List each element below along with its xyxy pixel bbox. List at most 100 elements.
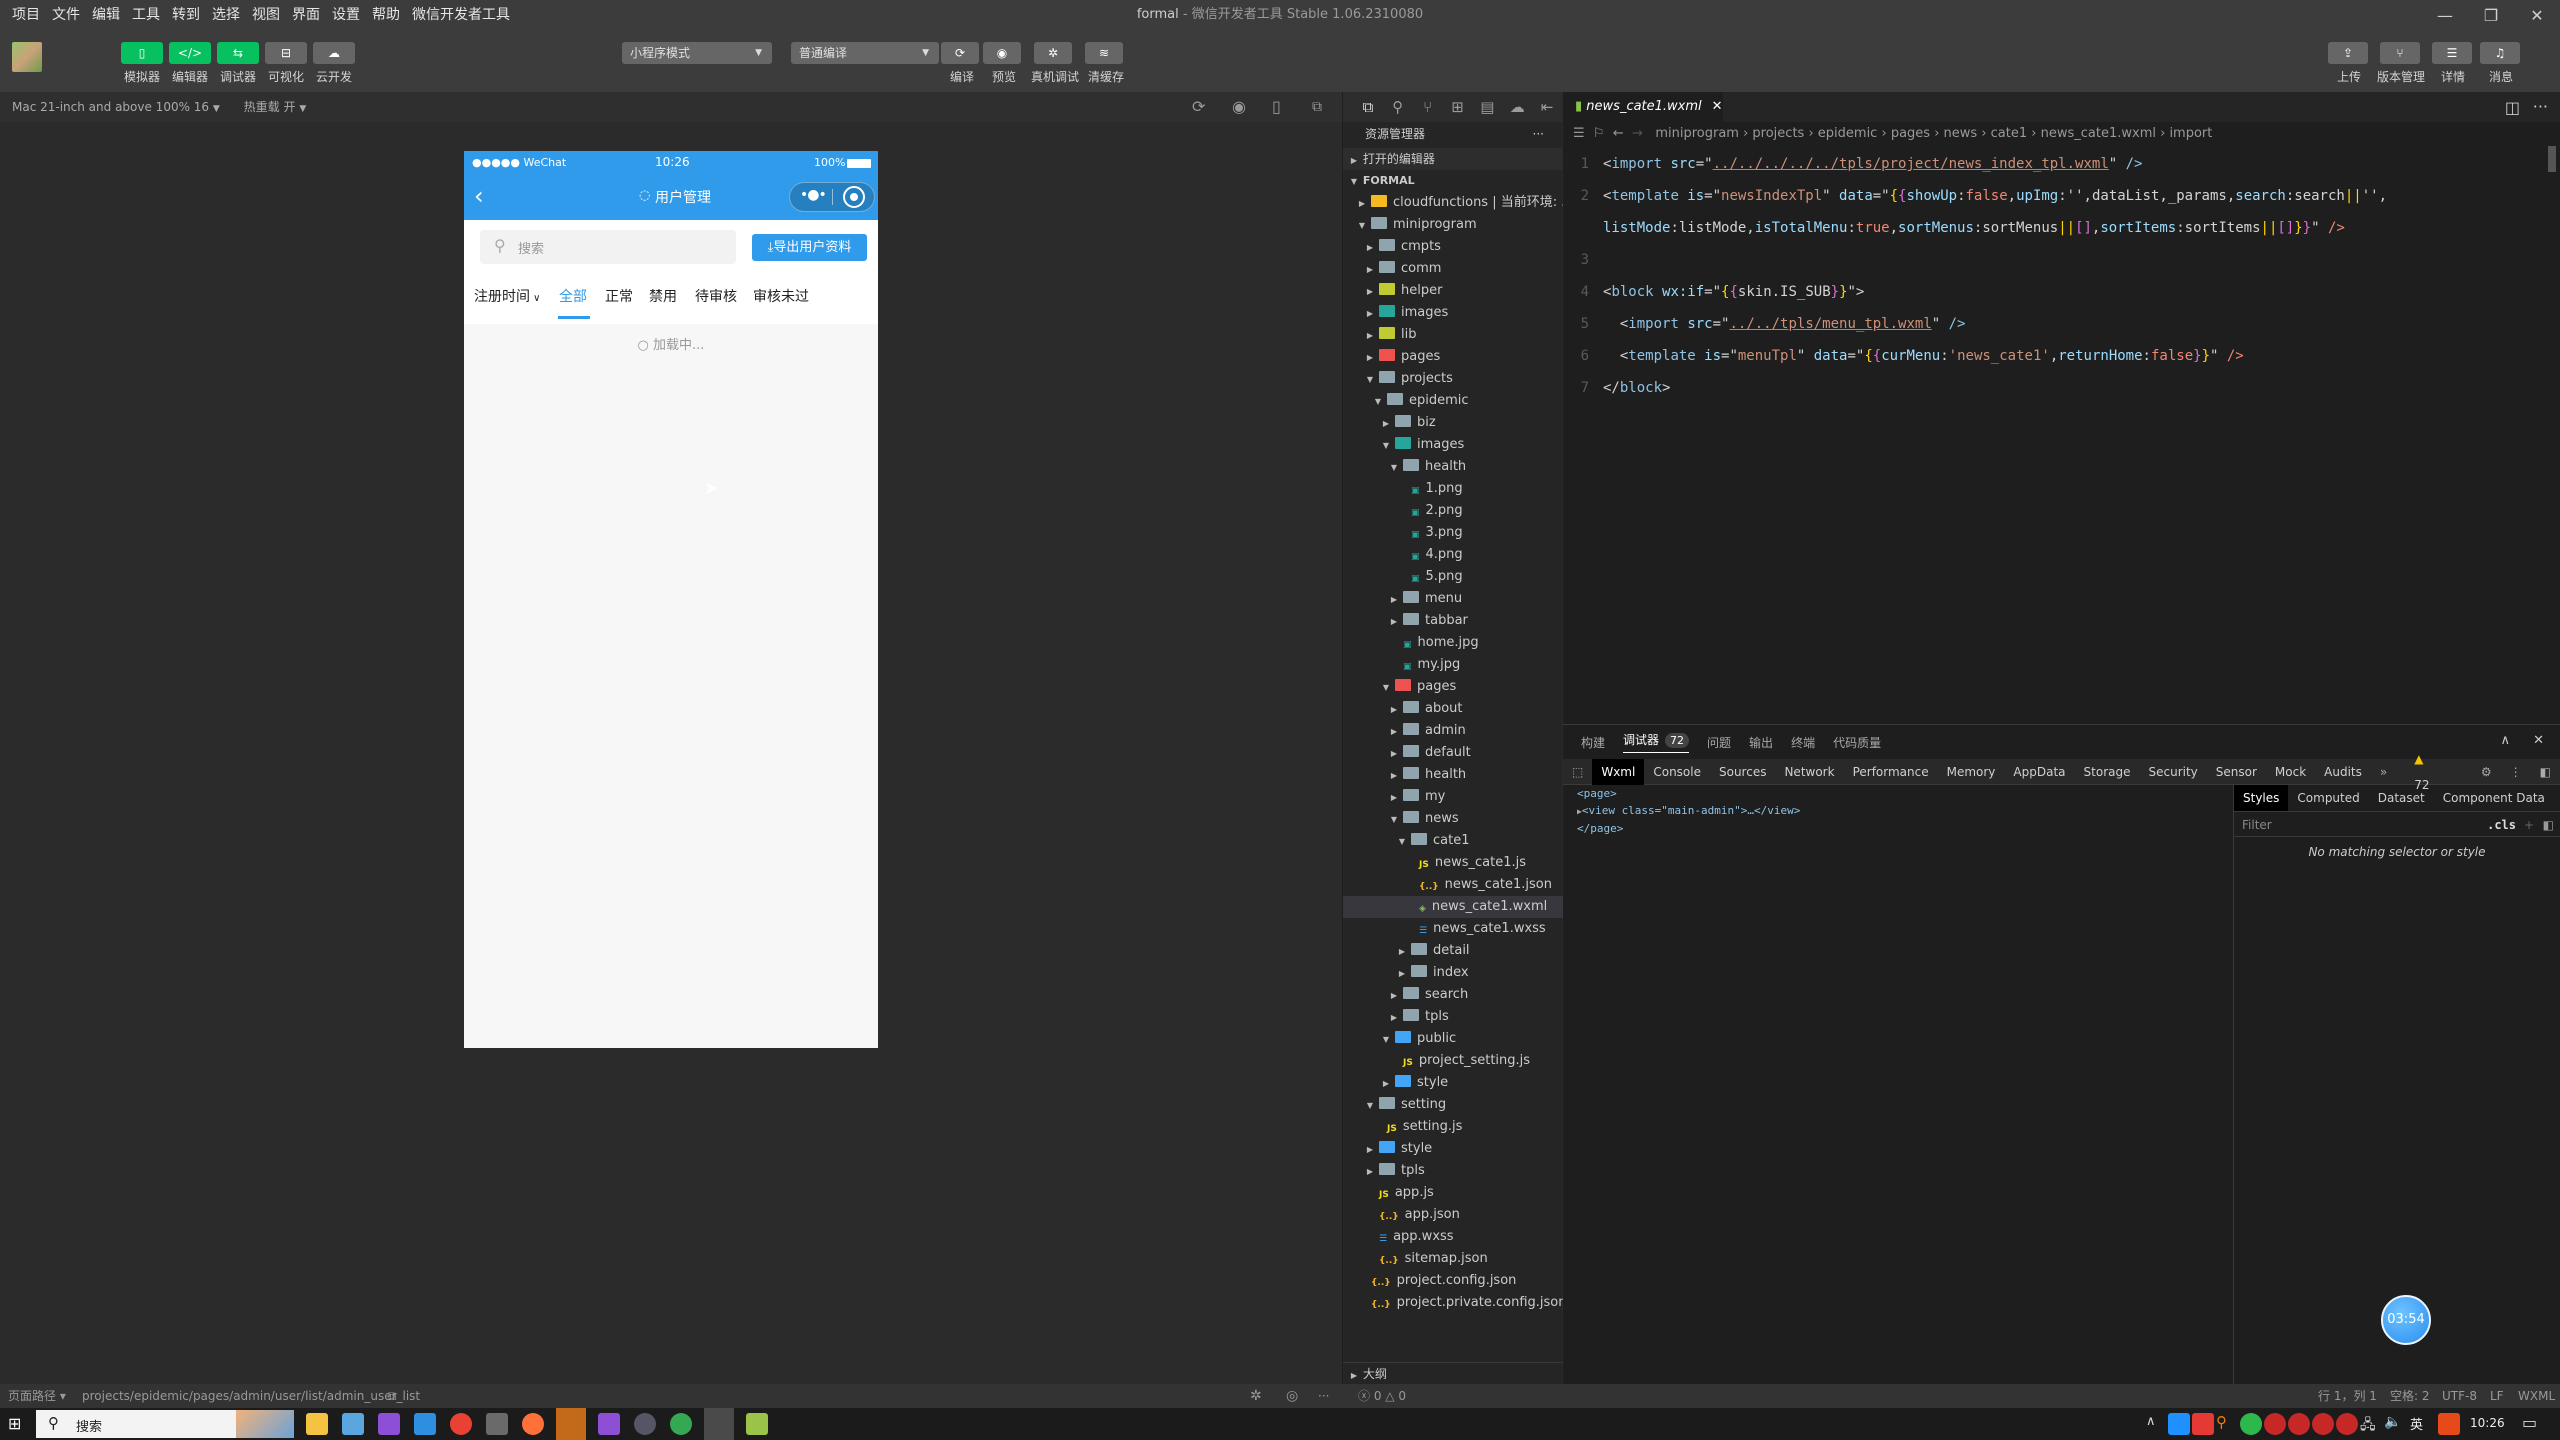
- search-icon[interactable]: ⚲: [1383, 98, 1413, 116]
- more-icon[interactable]: ···: [1318, 1384, 1329, 1408]
- filter-tab[interactable]: 待审核: [695, 286, 737, 306]
- tray-icon[interactable]: [2168, 1413, 2190, 1435]
- devtools-tab[interactable]: Sources: [1710, 759, 1775, 785]
- mode-select[interactable]: 小程序模式 ▼: [622, 42, 772, 64]
- tree-item[interactable]: ▶ style: [1343, 1138, 1563, 1160]
- extensions-icon[interactable]: ⊞: [1443, 98, 1473, 116]
- tree-item[interactable]: ▣ 3.png: [1343, 522, 1563, 544]
- rotate-icon[interactable]: ⟳: [1192, 92, 1205, 122]
- eye-icon[interactable]: ◎: [1286, 1384, 1298, 1408]
- cursor-position[interactable]: 行 1，列 1: [2318, 1384, 2377, 1408]
- tree-item[interactable]: ▣ 2.png: [1343, 500, 1563, 522]
- storage-icon[interactable]: ▤: [1472, 98, 1502, 116]
- maximize-button[interactable]: ❐: [2468, 0, 2514, 30]
- chrome-icon[interactable]: [450, 1413, 472, 1435]
- styles-tab[interactable]: Component Data: [2434, 785, 2554, 811]
- qq-tray-icon[interactable]: [2336, 1413, 2358, 1435]
- phone-icon[interactable]: ▯: [1272, 92, 1281, 122]
- collapse-panel-icon[interactable]: ∧: [2500, 733, 2510, 748]
- code-line[interactable]: 1 <import src="../../../../../tpls/projec…: [1563, 154, 2560, 174]
- more-dots-icon[interactable]: •●•: [800, 187, 827, 203]
- styles-tab[interactable]: Styles: [2234, 785, 2289, 811]
- debugger-tab[interactable]: 问题: [1707, 734, 1731, 751]
- export-users-button[interactable]: ⤓导出用户资料: [752, 234, 867, 261]
- filter-tab[interactable]: 正常: [605, 286, 633, 306]
- app-icon[interactable]: [486, 1413, 508, 1435]
- toolbar-button-3[interactable]: ⊟: [265, 42, 307, 64]
- code-line[interactable]: 4 <block wx:if="{{skin.IS_SUB}}">: [1563, 282, 2560, 302]
- tree-item[interactable]: ▼ cate1: [1343, 830, 1563, 852]
- tree-item[interactable]: ▣ home.jpg: [1343, 632, 1563, 654]
- qq-tray-icon[interactable]: [2312, 1413, 2334, 1435]
- tree-item[interactable]: ▼ setting: [1343, 1094, 1563, 1116]
- compile-select[interactable]: 普通编译 ▼: [791, 42, 939, 64]
- debugger-tab[interactable]: 输出: [1749, 734, 1773, 751]
- menu-item[interactable]: 转到: [166, 0, 206, 30]
- code-line[interactable]: 6 <template is="menuTpl" data="{{curMenu…: [1563, 346, 2560, 366]
- more-tabs-icon[interactable]: »: [2371, 759, 2396, 785]
- tree-item[interactable]: ▼ news: [1343, 808, 1563, 830]
- inspect-element-icon[interactable]: ⬚: [1563, 759, 1592, 785]
- breadcrumb-item[interactable]: news: [1944, 126, 1978, 141]
- tree-item[interactable]: ▣ my.jpg: [1343, 654, 1563, 676]
- menu-item[interactable]: 微信开发者工具: [406, 0, 516, 30]
- styles-tab[interactable]: Dataset: [2369, 785, 2434, 811]
- breadcrumb-item[interactable]: epidemic: [1818, 126, 1878, 141]
- code-line[interactable]: 5 <import src="../../tpls/menu_tpl.wxml"…: [1563, 314, 2560, 334]
- forward-arrow-icon[interactable]: →: [1632, 126, 1643, 141]
- styles-tab[interactable]: Computed: [2288, 785, 2368, 811]
- menu-item[interactable]: 工具: [126, 0, 166, 30]
- tree-item[interactable]: ▶ cmpts: [1343, 236, 1563, 258]
- tree-item[interactable]: ☰ app.wxss: [1343, 1226, 1563, 1248]
- tree-item[interactable]: ▶ tpls: [1343, 1160, 1563, 1182]
- copy-icon[interactable]: ⧉: [388, 1384, 397, 1408]
- breadcrumb-item[interactable]: news_cate1.wxml: [2041, 126, 2156, 141]
- root-folder[interactable]: ▼ FORMAL: [1343, 170, 1563, 192]
- filter-tab[interactable]: 禁用: [649, 286, 677, 306]
- tree-item[interactable]: ▶ menu: [1343, 588, 1563, 610]
- tree-item[interactable]: ▶ tabbar: [1343, 610, 1563, 632]
- toolbar-button-2[interactable]: ⇆: [217, 42, 259, 64]
- wxml-node[interactable]: <page>: [1577, 785, 2233, 802]
- sogou-icon[interactable]: [2438, 1413, 2460, 1435]
- breadcrumb-item[interactable]: cate1: [1991, 126, 2027, 141]
- open-editors-section[interactable]: ▶ 打开的编辑器: [1343, 148, 1563, 170]
- file-explorer-app-icon[interactable]: [306, 1413, 328, 1435]
- tree-item[interactable]: ▣ 1.png: [1343, 478, 1563, 500]
- encoding[interactable]: UTF-8: [2442, 1384, 2477, 1408]
- tree-item[interactable]: {..} project.private.config.json: [1343, 1292, 1567, 1314]
- active-app-icon[interactable]: [556, 1408, 586, 1440]
- close-panel-icon[interactable]: ✕: [2533, 733, 2544, 748]
- tree-item[interactable]: ▼ images: [1343, 434, 1563, 456]
- tray-icon[interactable]: [2192, 1413, 2214, 1435]
- tree-item[interactable]: ▶ about: [1343, 698, 1563, 720]
- toolbar-button-upload[interactable]: ⇪: [2328, 42, 2368, 64]
- toolbar-button-bug[interactable]: ✲: [1034, 42, 1072, 64]
- tree-item[interactable]: ▶ my: [1343, 786, 1563, 808]
- qq-tray-icon[interactable]: [2264, 1413, 2286, 1435]
- tree-item[interactable]: ▶ style: [1343, 1072, 1563, 1094]
- outline-list-icon[interactable]: ☰: [1573, 126, 1585, 141]
- menu-item[interactable]: 设置: [326, 0, 366, 30]
- avatar[interactable]: [12, 42, 42, 72]
- tree-item[interactable]: ▶ tpls: [1343, 1006, 1563, 1028]
- app-icon[interactable]: [634, 1413, 656, 1435]
- tree-item[interactable]: ▶ admin: [1343, 720, 1563, 742]
- code-line[interactable]: 2 <template is="newsIndexTpl" data="{{sho…: [1563, 186, 2560, 206]
- tree-item[interactable]: ▼ pages: [1343, 676, 1563, 698]
- kebab-menu-icon[interactable]: ⋮: [2501, 759, 2531, 785]
- devtools-tab[interactable]: Performance: [1844, 759, 1938, 785]
- toolbar-button-4[interactable]: ☁: [313, 42, 355, 64]
- tree-item[interactable]: JS news_cate1.js: [1343, 852, 1563, 874]
- tree-item[interactable]: ▼ public: [1343, 1028, 1563, 1050]
- page-path-dropdown[interactable]: 页面路径 ▾: [8, 1384, 66, 1408]
- minimize-button[interactable]: —: [2422, 0, 2468, 30]
- close-tab-icon[interactable]: ✕: [1712, 99, 1723, 114]
- notepad-icon[interactable]: [746, 1413, 768, 1435]
- taskbar-search[interactable]: ⚲ 搜索: [36, 1410, 294, 1438]
- tree-item[interactable]: {..} project.config.json: [1343, 1270, 1563, 1292]
- language-mode[interactable]: WXML: [2518, 1384, 2555, 1408]
- collapse-panel-icon[interactable]: ⇤: [1532, 98, 1562, 116]
- line-ending[interactable]: LF: [2490, 1384, 2504, 1408]
- devtools-tab[interactable]: Network: [1775, 759, 1843, 785]
